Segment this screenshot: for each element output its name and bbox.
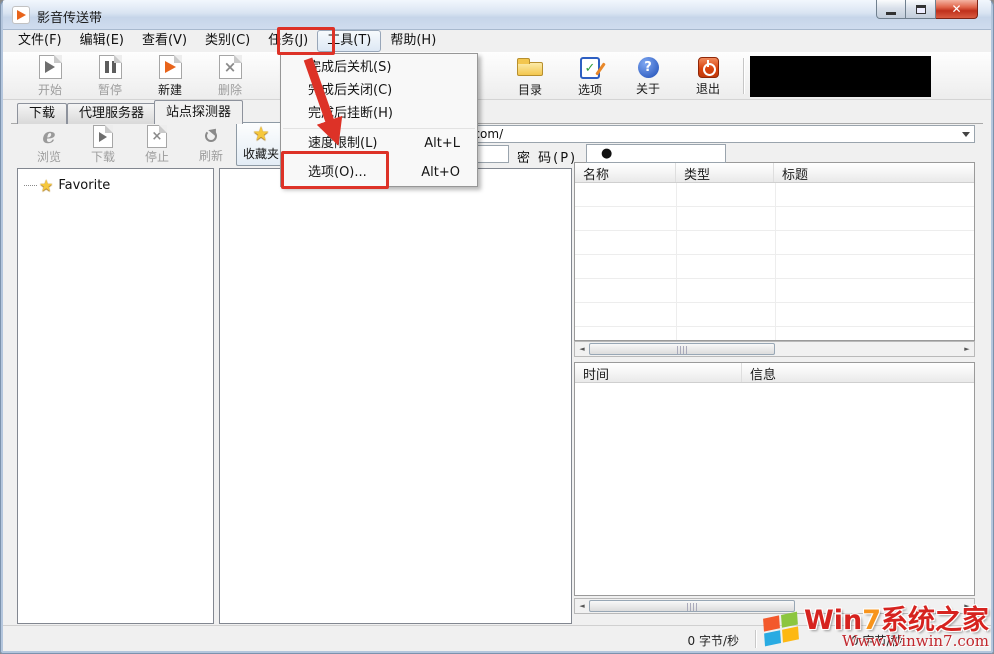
tree-item-label: Favorite [58, 178, 110, 193]
password-label: 密 码(P) [517, 147, 577, 166]
pause-icon [99, 55, 122, 79]
menu-edit[interactable]: 编辑(E) [71, 31, 133, 51]
favorites-icon: ★ [252, 123, 269, 145]
toolbar-separator [743, 58, 744, 94]
new-icon [159, 55, 182, 79]
speed-pane-1: 0 字节/秒 [688, 632, 740, 649]
scroll-left-icon[interactable]: ◄ [575, 599, 589, 613]
menubar: 文件(F) 编辑(E) 查看(V) 类别(C) 任务(J) 工具(T) 帮助(H… [3, 30, 991, 52]
window-controls: ✕ [876, 0, 978, 19]
results-table-header: 名称 类型 标题 [575, 163, 974, 183]
tree-item-favorite[interactable]: ★ Favorite [18, 169, 213, 195]
favorite-star-icon: ★ [39, 176, 53, 195]
refresh-icon [205, 130, 217, 142]
directory-button[interactable]: 目录 [503, 54, 557, 98]
site-content-panel [219, 168, 572, 624]
about-icon: ? [638, 57, 659, 78]
directory-icon [517, 62, 543, 76]
app-icon [12, 6, 30, 24]
options-button[interactable]: ✓ 选项 [563, 54, 617, 98]
main-toolbar: 开始 暂停 新建 × 删除 目录 ✓ 选项 ? [3, 52, 991, 100]
app-window: 影音传送带 ✕ 文件(F) 编辑(E) 查看(V) 类别(C) 任务(J) 工具… [0, 0, 994, 654]
menu-help[interactable]: 帮助(H) [381, 31, 445, 51]
favorites-button[interactable]: ★ 收藏夹 [236, 122, 286, 166]
maximize-icon [916, 5, 926, 14]
password-field[interactable]: ● [586, 144, 726, 163]
annotation-box-tools [277, 27, 335, 55]
stop-icon: × [147, 125, 167, 148]
tree-connector [24, 185, 37, 186]
download-icon [93, 125, 113, 148]
windows-flag-icon [763, 612, 799, 647]
watermark-brand: Win7系统之家 [804, 607, 989, 635]
results-hscrollbar[interactable]: ◄ ► [574, 341, 975, 357]
annotation-arrow [296, 55, 366, 157]
column-type[interactable]: 类型 [676, 163, 774, 182]
new-button[interactable]: 新建 [143, 54, 197, 98]
dropdown-icon[interactable] [962, 132, 970, 137]
statusbar-separator [755, 630, 756, 648]
results-table: 名称 类型 标题 [574, 162, 975, 341]
options-icon: ✓ [580, 57, 600, 79]
scroll-right-icon[interactable]: ► [960, 342, 974, 356]
maximize-button[interactable] [906, 0, 936, 19]
start-icon [39, 55, 62, 79]
delete-button[interactable]: × 删除 [203, 54, 257, 98]
exit-icon [698, 57, 719, 78]
redacted-area [750, 56, 931, 97]
scroll-thumb[interactable] [589, 343, 775, 355]
scroll-left-icon[interactable]: ◄ [575, 342, 589, 356]
close-button[interactable]: ✕ [936, 0, 978, 19]
titlebar: 影音传送带 ✕ [3, 0, 991, 30]
favorites-tree-panel: ★ Favorite [17, 168, 214, 624]
refresh-button[interactable]: 刷新 [187, 124, 235, 166]
pause-button[interactable]: 暂停 [83, 54, 137, 98]
minimize-button[interactable] [876, 0, 906, 19]
log-table: 时间 信息 [574, 362, 975, 596]
column-title[interactable]: 标题 [774, 163, 974, 182]
download-button[interactable]: 下载 [79, 124, 127, 166]
exit-button[interactable]: 退出 [681, 54, 735, 98]
client-area: 影音传送带 ✕ 文件(F) 编辑(E) 查看(V) 类别(C) 任务(J) 工具… [3, 0, 991, 651]
about-button[interactable]: ? 关于 [621, 54, 675, 98]
stop-button[interactable]: × 停止 [133, 124, 181, 166]
close-icon: ✕ [951, 3, 961, 15]
delete-icon: × [219, 55, 242, 79]
tab-site-explorer[interactable]: 站点探测器 [154, 100, 243, 124]
watermark: Win7系统之家 Www.Winwin7.com [764, 607, 989, 650]
log-table-header: 时间 信息 [575, 363, 974, 383]
column-time[interactable]: 时间 [575, 363, 742, 382]
start-button[interactable]: 开始 [23, 54, 77, 98]
column-name[interactable]: 名称 [575, 163, 676, 182]
minimize-icon [886, 12, 896, 15]
menu-category[interactable]: 类别(C) [196, 31, 259, 51]
browse-icon: e [42, 124, 55, 148]
menu-view[interactable]: 查看(V) [133, 31, 196, 51]
browse-button[interactable]: e 浏览 [25, 124, 73, 166]
tab-proxy-server[interactable]: 代理服务器 [67, 103, 156, 124]
window-title: 影音传送带 [37, 7, 102, 26]
tab-download[interactable]: 下载 [17, 103, 67, 124]
menu-file[interactable]: 文件(F) [9, 31, 71, 51]
column-info[interactable]: 信息 [742, 363, 974, 382]
